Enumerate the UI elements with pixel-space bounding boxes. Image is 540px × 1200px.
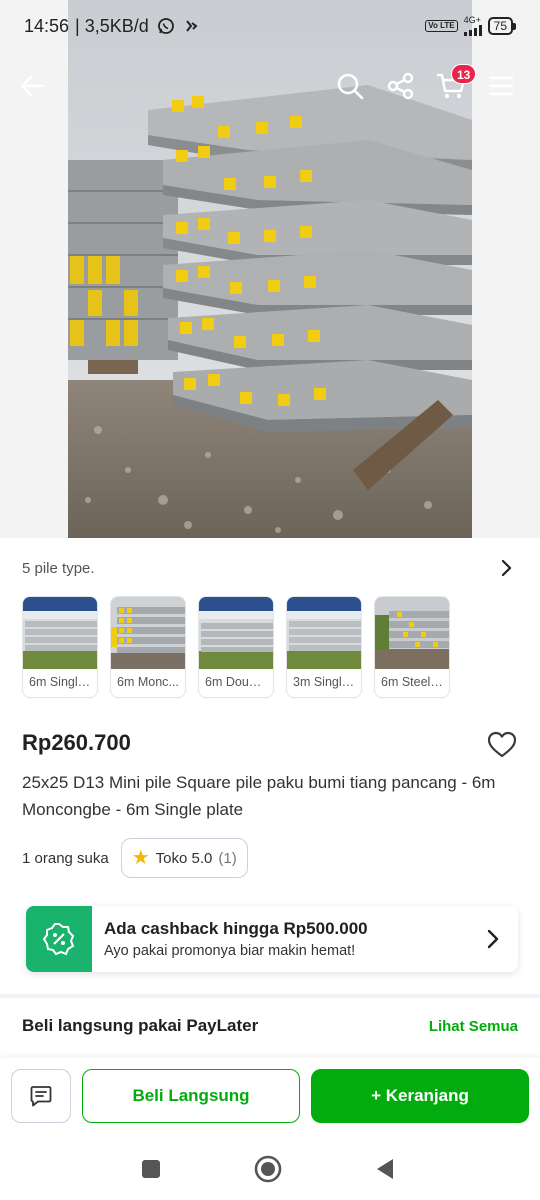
- whatsapp-icon: [157, 17, 175, 35]
- social-proof-row: 1 orang suka ★ Toko 5.0 (1): [22, 838, 248, 878]
- product-price: Rp260.700: [22, 730, 131, 755]
- home-button[interactable]: [253, 1154, 283, 1184]
- variant-option-selected[interactable]: 6m Monc...: [110, 596, 186, 698]
- variant-option[interactable]: 6m Steel ...: [374, 596, 450, 698]
- cashback-promo-banner[interactable]: Ada cashback hingga Rp500.000 Ayo pakai …: [26, 906, 518, 972]
- system-navigation-bar: [0, 1136, 540, 1200]
- variants-title: 5 pile type.: [22, 559, 95, 577]
- battery-icon: 75: [487, 17, 516, 35]
- rating-label: Toko 5.0: [155, 849, 213, 867]
- cashback-subtitle: Ayo pakai promonya biar makin hemat!: [104, 943, 356, 959]
- section-divider: [0, 994, 540, 998]
- arrow-left-icon: [20, 75, 45, 97]
- cart-count-badge: 13: [451, 64, 477, 84]
- variant-option[interactable]: 3m Single...: [286, 596, 362, 698]
- heart-icon: [487, 731, 517, 758]
- battery-level: 75: [487, 17, 513, 35]
- variant-label: 3m Single...: [293, 675, 360, 689]
- network-indicator: 4G+: [463, 15, 482, 36]
- search-button[interactable]: [332, 68, 368, 104]
- status-time: 14:56: [24, 15, 70, 36]
- add-to-cart-button[interactable]: + Keranjang: [311, 1069, 529, 1123]
- menu-button[interactable]: [483, 68, 519, 104]
- triangle-back-icon: [377, 1159, 393, 1179]
- network-type: 4G+: [463, 15, 481, 25]
- status-bar: 14:56 | 3,5KB/d Vo LTE 4G+ 75: [0, 0, 540, 52]
- recent-apps-button[interactable]: [136, 1154, 166, 1184]
- variants-more-button[interactable]: [494, 556, 518, 580]
- variant-option[interactable]: 6m Doubl...: [198, 596, 274, 698]
- see-all-link[interactable]: Lihat Semua: [429, 1018, 518, 1035]
- rating-count: (1): [218, 849, 237, 867]
- volte-indicator: Vo LTE: [425, 20, 458, 32]
- cart-button[interactable]: 13: [433, 64, 477, 104]
- system-back-button[interactable]: [370, 1154, 400, 1184]
- variant-option[interactable]: 6m Single...: [22, 596, 98, 698]
- app-notification-icon: [183, 17, 201, 35]
- paylater-title: Beli langsung pakai PayLater: [22, 1016, 259, 1035]
- variant-thumbnail: [375, 597, 449, 669]
- search-icon: [337, 73, 364, 100]
- square-icon: [142, 1160, 160, 1178]
- share-button[interactable]: [383, 68, 419, 104]
- back-button[interactable]: [14, 68, 50, 104]
- chevron-right-icon: [501, 559, 512, 577]
- variant-thumbnail: [199, 597, 273, 669]
- cashback-text: Ada cashback hingga Rp500.000 Ayo pakai …: [104, 919, 478, 959]
- likes-count: 1 orang suka: [22, 849, 109, 867]
- status-app-icons: [157, 17, 201, 35]
- status-network-speed: | 3,5KB/d: [75, 15, 149, 36]
- cashback-title: Ada cashback hingga Rp500.000: [104, 919, 368, 938]
- variant-label: 6m Steel ...: [381, 675, 445, 689]
- top-navigation: 13: [0, 60, 540, 112]
- home-circle-icon: [254, 1155, 282, 1183]
- product-title: 25x25 D13 Mini pile Square pile paku bum…: [22, 773, 496, 819]
- variant-label: 6m Single...: [29, 675, 96, 689]
- chevron-right-icon: [478, 928, 508, 950]
- variant-label: 6m Doubl...: [205, 675, 269, 689]
- variants-header[interactable]: 5 pile type.: [0, 548, 540, 588]
- share-icon: [387, 72, 414, 100]
- star-icon: ★: [131, 847, 150, 869]
- variant-label: 6m Monc...: [117, 675, 179, 689]
- wishlist-button[interactable]: [484, 728, 520, 762]
- variant-list: 6m Single... 6m Monc... 6m Doubl... 3m S…: [22, 596, 450, 698]
- buy-now-button[interactable]: Beli Langsung: [82, 1069, 300, 1123]
- variant-thumbnail: [23, 597, 97, 669]
- variant-thumbnail: [111, 597, 185, 669]
- variant-thumbnail: [287, 597, 361, 669]
- paylater-section-header: Beli langsung pakai PayLater Lihat Semua: [22, 1016, 518, 1036]
- discount-badge-icon: [26, 906, 92, 972]
- hamburger-icon: [488, 76, 514, 96]
- shop-rating-chip[interactable]: ★ Toko 5.0 (1): [120, 838, 248, 878]
- bottom-action-bar: Beli Langsung + Keranjang: [0, 1058, 540, 1136]
- chat-icon: [30, 1086, 52, 1107]
- status-indicators: Vo LTE 4G+ 75: [425, 16, 516, 36]
- chat-seller-button[interactable]: [11, 1069, 71, 1123]
- signal-icon: [463, 25, 482, 36]
